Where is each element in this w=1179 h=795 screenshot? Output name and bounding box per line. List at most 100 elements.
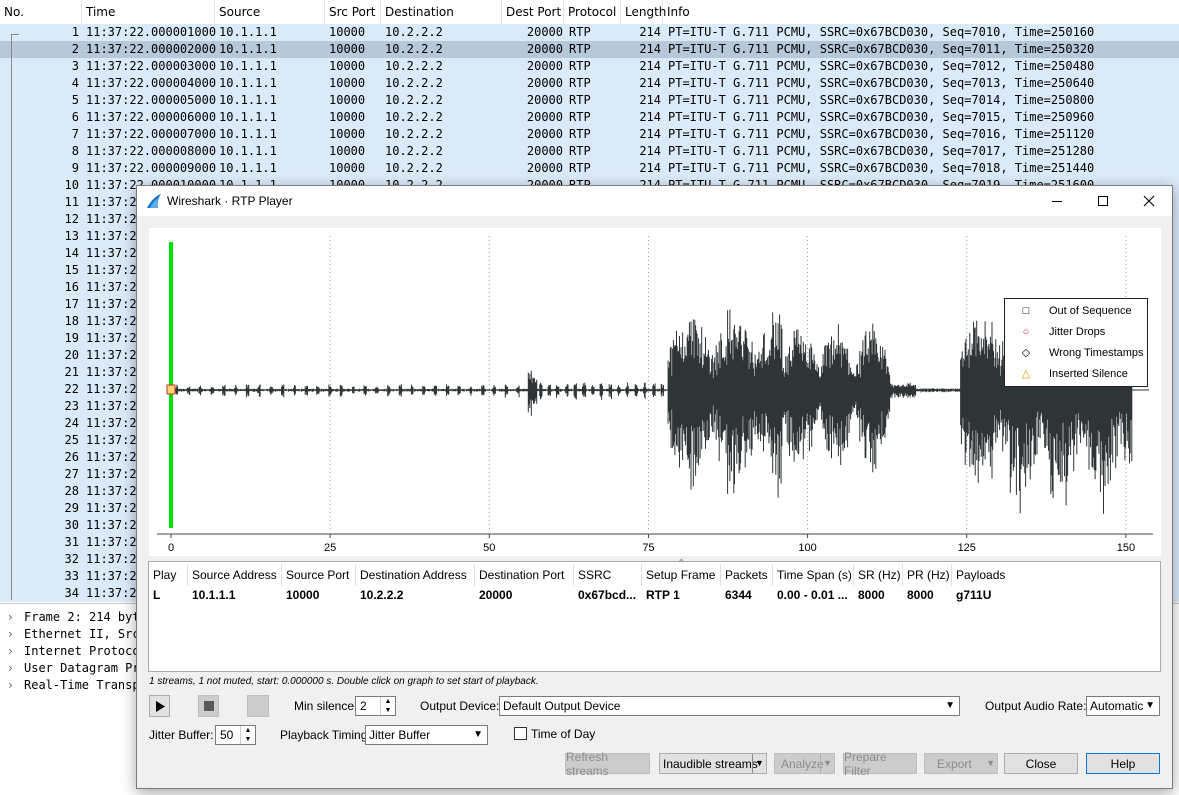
col-header-dest-port[interactable]: Dest Port	[502, 0, 564, 24]
col-header-destination-address[interactable]: Destination Address	[356, 564, 475, 586]
col-header-time-span[interactable]: Time Span (s)	[773, 564, 854, 586]
packet-row[interactable]: 5 11:37:22.000005000 10.1.1.1 10000 10.2.2.2…	[0, 92, 1179, 109]
col-header-time[interactable]: Time	[82, 0, 215, 24]
packet-cell-proto: RTP	[569, 110, 591, 124]
col-header-pr[interactable]: PR (Hz)	[903, 564, 952, 586]
packet-row[interactable]: 3 11:37:22.000003000 10.1.1.1 10000 10.2.2.2…	[0, 58, 1179, 75]
dialog-titlebar[interactable]: Wireshark · RTP Player	[137, 186, 1172, 216]
legend-jitter-drops: ○ Jitter Drops	[1005, 322, 1147, 343]
output-device-select[interactable]: Default Output Device ▼	[499, 696, 960, 716]
col-header-packets[interactable]: Packets	[721, 564, 773, 586]
packet-cell-dst: 10.2.2.2	[385, 25, 443, 39]
jitter-buffer-spinbox[interactable]: 50 ▲ ▼	[215, 725, 256, 745]
col-header-source[interactable]: Source	[215, 0, 325, 24]
spin-arrows-icon[interactable]: ▲ ▼	[380, 697, 395, 715]
col-header-ssrc[interactable]: SSRC	[574, 564, 642, 586]
cell-time-span: 0.00 - 0.01 ...	[777, 588, 848, 602]
x-tick-label: 75	[642, 542, 654, 554]
packet-cell-len: 214	[639, 110, 661, 124]
spin-arrows-icon[interactable]: ▲ ▼	[240, 726, 255, 744]
col-header-destination-port[interactable]: Destination Port	[475, 564, 574, 586]
col-header-play[interactable]: Play	[149, 564, 188, 586]
detail-item[interactable]: › Ethernet II, Src	[8, 626, 140, 643]
expand-arrow-icon[interactable]: ›	[8, 660, 24, 677]
export-button[interactable]: Export ▼	[924, 753, 998, 774]
expand-arrow-icon[interactable]: ›	[8, 609, 24, 626]
packet-cell-proto: RTP	[569, 59, 591, 73]
col-header-no[interactable]: No.	[0, 0, 82, 24]
min-silence-value: 2	[360, 699, 367, 713]
packet-cell-proto: RTP	[569, 144, 591, 158]
packet-cell-proto: RTP	[569, 42, 591, 56]
play-button[interactable]	[149, 695, 170, 717]
sort-indicator-icon: ^	[678, 558, 685, 567]
refresh-streams-button[interactable]: Refresh streams	[565, 750, 650, 778]
packet-cell-proto: RTP	[569, 127, 591, 141]
col-header-setup-frame[interactable]: Setup Frame	[642, 564, 721, 586]
packet-cell-src: 10.1.1.1	[219, 76, 277, 90]
packet-row[interactable]: 8 11:37:22.000008000 10.1.1.1 10000 10.2.2.2…	[0, 143, 1179, 160]
col-header-protocol[interactable]: Protocol	[564, 0, 621, 24]
packet-row[interactable]: 9 11:37:22.000009000 10.1.1.1 10000 10.2.2.2…	[0, 160, 1179, 177]
inaudible-streams-button[interactable]: Inaudible streams ▼	[659, 753, 767, 774]
expand-arrow-icon[interactable]: ›	[8, 643, 24, 660]
packet-cell-dport: 20000	[526, 42, 563, 56]
waveform-graph[interactable]: 0 25 50 75 100 125 150 □ Out of Sequence ○ Jit…	[149, 228, 1161, 556]
col-header-source-address[interactable]: Source Address	[188, 564, 282, 586]
output-audio-rate-select[interactable]: Automatic ▼	[1086, 696, 1160, 716]
inaudible-streams-label: Inaudible streams	[663, 756, 758, 771]
col-header-destination[interactable]: Destination	[381, 0, 502, 24]
cell-setup-frame: RTP 1	[646, 588, 680, 602]
time-of-day-label[interactable]: Time of Day	[531, 727, 595, 741]
cell-play[interactable]: L	[149, 586, 188, 604]
min-silence-spinbox[interactable]: 2 ▲ ▼	[355, 696, 396, 716]
packet-row[interactable]: 7 11:37:22.000007000 10.1.1.1 10000 10.2.2.2…	[0, 126, 1179, 143]
packet-row[interactable]: 4 11:37:22.000004000 10.1.1.1 10000 10.2.2.2…	[0, 75, 1179, 92]
col-header-sr[interactable]: SR (Hz)	[854, 564, 903, 586]
detail-item[interactable]: › User Datagram Pr	[8, 660, 140, 677]
help-button[interactable]: Help	[1086, 753, 1160, 774]
packet-row[interactable]: 6 11:37:22.000006000 10.1.1.1 10000 10.2.2.2…	[0, 109, 1179, 126]
maximize-button[interactable]	[1080, 186, 1126, 216]
waveform-plot[interactable]: 0 25 50 75 100 125 150	[149, 228, 1161, 556]
col-header-source-port[interactable]: Source Port	[282, 564, 356, 586]
col-header-length[interactable]: Length	[621, 0, 666, 24]
streams-table[interactable]: Play Source Address Source Port Destinat…	[148, 558, 1161, 672]
dialog-title: Wireshark · RTP Player	[167, 194, 293, 208]
stop-button[interactable]	[198, 695, 219, 717]
cell-source-port: 10000	[286, 588, 320, 602]
diamond-marker-icon: ◇	[1021, 347, 1031, 359]
col-header-src-port[interactable]: Src Port	[325, 0, 381, 24]
cell-pr: 8000	[907, 588, 934, 602]
detail-item[interactable]: › Internet Protoco	[8, 643, 140, 660]
packet-cell-len: 214	[639, 25, 661, 39]
close-button[interactable]: Close	[1004, 753, 1078, 774]
pause-button[interactable]	[247, 695, 269, 717]
output-audio-rate-value: Automatic	[1090, 699, 1144, 713]
playback-timing-select[interactable]: Jitter Buffer ▼	[365, 725, 488, 745]
col-header-info[interactable]: Info	[663, 0, 1179, 24]
packet-cell-sport: 10000	[329, 161, 366, 175]
minimize-button[interactable]	[1034, 186, 1080, 216]
time-of-day-checkbox[interactable]	[514, 727, 527, 740]
legend-inserted-silence: △ Inserted Silence	[1005, 364, 1147, 385]
close-window-button[interactable]	[1126, 186, 1172, 216]
packet-row[interactable]: 2 11:37:22.000002000 10.1.1.1 10000 10.2.2.2…	[0, 41, 1179, 58]
packet-row[interactable]: 1 11:37:22.000001000 10.1.1.1 10000 10.2.2.2…	[0, 24, 1179, 41]
packet-cell-src: 10.1.1.1	[219, 161, 277, 175]
expand-arrow-icon[interactable]: ›	[8, 677, 24, 694]
packet-cell-time: 11:37:22.000001000	[86, 25, 217, 39]
playback-timing-value: Jitter Buffer	[369, 728, 431, 742]
packet-cell-time: 11:37:22.000007000	[86, 127, 217, 141]
analyze-button[interactable]: Analyze ▼	[774, 753, 835, 774]
chevron-down-icon: ▼	[945, 700, 955, 711]
detail-item[interactable]: › Real-Time Transp	[8, 677, 140, 694]
col-header-payloads[interactable]: Payloads	[952, 564, 1160, 586]
packet-cell-dst: 10.2.2.2	[385, 59, 443, 73]
x-tick-label: 25	[324, 542, 336, 554]
packet-cell-src: 10.1.1.1	[219, 42, 277, 56]
prepare-filter-button[interactable]: Prepare Filter	[843, 750, 917, 778]
triangle-marker-icon: △	[1021, 368, 1031, 380]
detail-item[interactable]: › Frame 2: 214 byt	[8, 609, 140, 626]
expand-arrow-icon[interactable]: ›	[8, 626, 24, 643]
